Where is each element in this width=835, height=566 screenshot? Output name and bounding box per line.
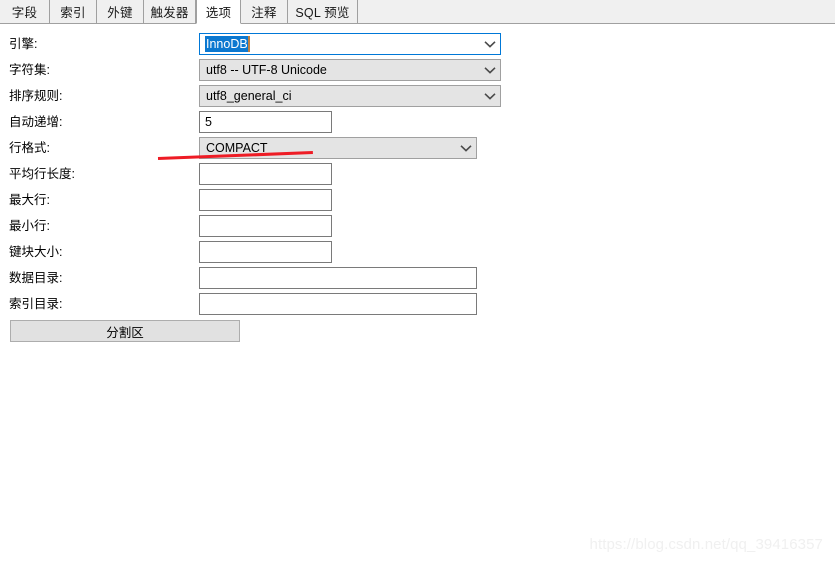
- tab-5[interactable]: 注释: [241, 0, 288, 24]
- tab-label: 注释: [251, 6, 277, 20]
- text-input[interactable]: [199, 267, 477, 289]
- field-label: 字符集:: [9, 63, 50, 77]
- form-row: 字符集: utf8 -- UTF-8 Unicode: [0, 59, 835, 81]
- text-input[interactable]: [199, 241, 332, 263]
- form-row: 最大行:: [0, 189, 835, 211]
- tab-6[interactable]: SQL 预览: [288, 0, 358, 24]
- combobox-value: InnoDB: [200, 34, 480, 54]
- tab-label: SQL 预览: [295, 6, 350, 20]
- form-row: 引擎: InnoDB: [0, 33, 835, 55]
- tab-bar: 字段 索引 外键 触发器 选项 注释 SQL 预览: [0, 0, 835, 24]
- tab-1[interactable]: 索引: [50, 0, 97, 24]
- chevron-down-icon: [480, 60, 500, 80]
- form-row: 索引目录:: [0, 293, 835, 315]
- selected-text: InnoDB: [205, 36, 250, 52]
- combobox[interactable]: COMPACT: [199, 137, 477, 159]
- watermark: https://blog.csdn.net/qq_39416357: [589, 536, 823, 553]
- combobox-value: COMPACT: [206, 141, 268, 155]
- tab-4[interactable]: 选项: [196, 0, 241, 24]
- field-label: 数据目录:: [9, 271, 63, 285]
- combobox-value: utf8 -- UTF-8 Unicode: [206, 63, 327, 77]
- tab-0[interactable]: 字段: [0, 0, 50, 24]
- chevron-down-icon: [480, 86, 500, 106]
- text-input[interactable]: [199, 163, 332, 185]
- text-input[interactable]: [199, 293, 477, 315]
- field-label: 排序规则:: [9, 89, 63, 103]
- combobox[interactable]: utf8 -- UTF-8 Unicode: [199, 59, 501, 81]
- partition-button[interactable]: 分割区: [10, 320, 240, 342]
- tab-3[interactable]: 触发器: [144, 0, 196, 24]
- partition-button-label: 分割区: [106, 325, 144, 340]
- tab-label: 外键: [107, 6, 133, 20]
- form-row: 平均行长度:: [0, 163, 835, 185]
- form-row: 最小行:: [0, 215, 835, 237]
- tab-label: 索引: [60, 6, 86, 20]
- text-input[interactable]: [199, 189, 332, 211]
- tab-label: 触发器: [150, 6, 189, 20]
- chevron-down-icon: [456, 138, 476, 158]
- combobox[interactable]: InnoDB: [199, 33, 501, 55]
- form-row: 行格式: COMPACT: [0, 137, 835, 159]
- combobox-value: utf8_general_ci: [206, 89, 292, 103]
- field-label: 索引目录:: [9, 297, 63, 311]
- field-label: 自动递增:: [9, 115, 63, 129]
- field-label: 行格式:: [9, 141, 50, 155]
- form-row: 键块大小:: [0, 241, 835, 263]
- field-label: 平均行长度:: [9, 167, 75, 181]
- form-row: 排序规则: utf8_general_ci: [0, 85, 835, 107]
- text-input[interactable]: 5: [199, 111, 332, 133]
- combobox[interactable]: utf8_general_ci: [199, 85, 501, 107]
- field-label: 引擎:: [9, 37, 38, 51]
- form-row: 自动递增: 5: [0, 111, 835, 133]
- field-label: 最大行:: [9, 193, 50, 207]
- tab-label: 选项: [205, 6, 232, 20]
- field-label: 键块大小:: [9, 245, 63, 259]
- chevron-down-icon: [480, 34, 500, 54]
- form-row: 数据目录:: [0, 267, 835, 289]
- options-panel: 引擎: InnoDB 字符集: utf8 -- UTF-8 Unicode 排序规则: u…: [0, 24, 835, 566]
- tab-label: 字段: [11, 6, 38, 20]
- tab-2[interactable]: 外键: [97, 0, 144, 24]
- field-label: 最小行:: [9, 219, 50, 233]
- text-input[interactable]: [199, 215, 332, 237]
